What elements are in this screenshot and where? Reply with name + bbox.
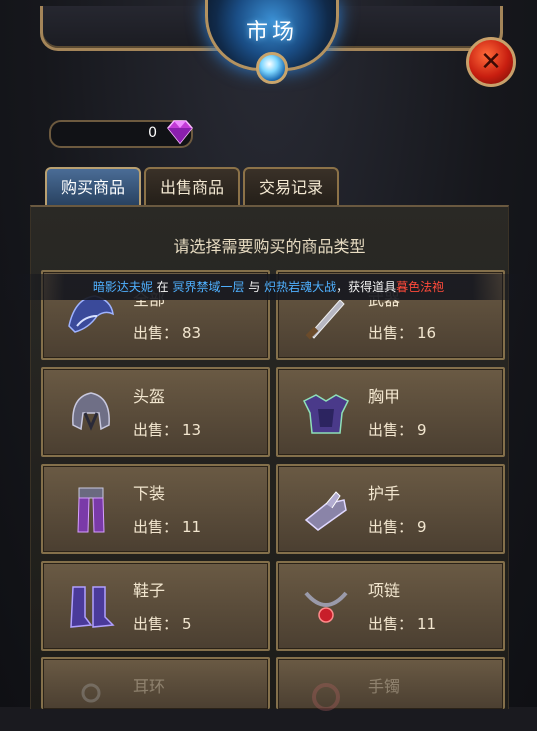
category-name: 鞋子 <box>133 581 166 600</box>
tab-sell[interactable]: 出售商品 <box>144 167 240 207</box>
category-gauntlet[interactable]: 护手 出售： 9 <box>276 464 505 554</box>
loot-announcement: 暗影达夫妮 在 冥界禁域一层 与 炽热岩魂大战，获得道具暮色法袍 <box>0 274 537 300</box>
diamond-icon <box>167 120 193 145</box>
ticker-item: 暮色法袍 <box>396 280 445 294</box>
category-name: 项链 <box>368 581 401 600</box>
orb-ornament-icon <box>256 52 288 84</box>
category-name: 胸甲 <box>368 387 401 406</box>
category-sale-count: 出售： 16 <box>368 324 437 342</box>
category-earring[interactable]: 耳环 <box>41 657 270 709</box>
leg-armor-icon <box>77 487 105 533</box>
ticker-text: ，获得道具 <box>336 280 397 294</box>
category-sale-count: 出售： 11 <box>133 518 202 536</box>
ticker-place: 冥界禁域一层 <box>172 280 245 294</box>
close-icon: ✕ <box>480 47 502 77</box>
category-sale-count: 出售： 9 <box>368 518 427 536</box>
category-name: 耳环 <box>133 677 166 696</box>
category-name: 下装 <box>133 484 166 503</box>
category-sale-count: 出售： 13 <box>133 421 202 439</box>
ticker-text: 在 <box>152 280 173 294</box>
category-chest[interactable]: 胸甲 出售： 9 <box>276 367 505 457</box>
category-necklace[interactable]: 项链 出售： 11 <box>276 561 505 651</box>
tab-buy[interactable]: 购买商品 <box>45 167 141 207</box>
gauntlet-icon <box>304 491 347 531</box>
category-legs[interactable]: 下装 出售： 11 <box>41 464 270 554</box>
earring-icon <box>81 683 101 703</box>
page-title: 市场 <box>245 20 298 45</box>
close-button[interactable]: ✕ <box>466 37 516 87</box>
ticker-text: 与 <box>244 280 265 294</box>
boots-icon <box>70 586 115 628</box>
tab-trade-history[interactable]: 交易记录 <box>243 167 339 207</box>
category-helmet[interactable]: 头盔 出售： 13 <box>41 367 270 457</box>
game-screen: 市场 ✕ 0 购买商品 出售商品 交易记录 请选择需要购买的商品类型 全部 出售… <box>0 0 537 711</box>
ticker-player: 暗影达夫妮 <box>92 280 153 294</box>
panel-title: 请选择需要购买的商品类型 <box>173 237 366 256</box>
currency-amount: 0 <box>148 125 157 141</box>
category-name: 头盔 <box>133 387 166 406</box>
category-name: 护手 <box>368 484 401 503</box>
category-boots[interactable]: 鞋子 出售： 5 <box>41 561 270 651</box>
category-sale-count: 出售： 9 <box>368 421 427 439</box>
category-bracelet[interactable]: 手镯 <box>276 657 505 711</box>
bracelet-icon <box>312 683 340 711</box>
ticker-event: 炽热岩魂大战 <box>264 280 337 294</box>
category-name: 手镯 <box>368 677 401 696</box>
necklace-icon <box>304 591 348 623</box>
helmet-icon <box>72 392 110 431</box>
category-sale-count: 出售： 11 <box>368 615 437 633</box>
category-sale-count: 出售： 83 <box>133 324 202 342</box>
category-sale-count: 出售： 5 <box>133 615 192 633</box>
chest-armor-icon <box>302 394 350 434</box>
